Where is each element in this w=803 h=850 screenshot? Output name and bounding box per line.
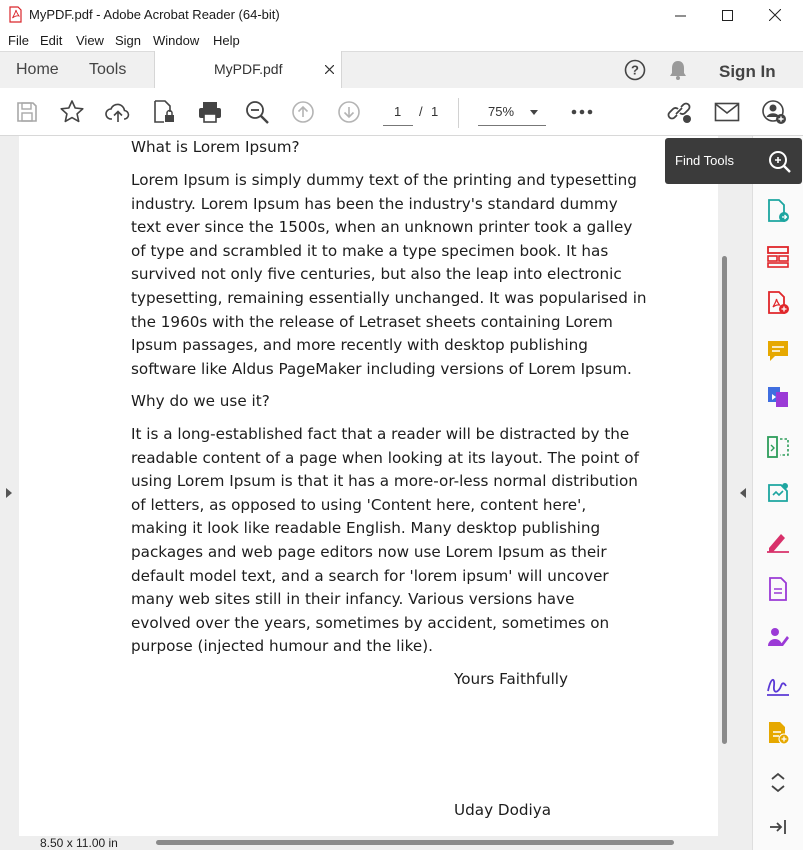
chevron-down-icon — [530, 110, 538, 115]
link-icon — [667, 99, 695, 125]
menu-sign[interactable]: Sign — [115, 33, 141, 48]
window-title: MyPDF.pdf - Adobe Acrobat Reader (64-bit… — [29, 7, 280, 22]
left-panel-expand-icon[interactable] — [6, 488, 12, 498]
toolbar-divider — [458, 98, 459, 128]
minimize-button[interactable] — [657, 0, 703, 30]
save-button[interactable] — [13, 98, 41, 126]
bookmark-star-button[interactable] — [58, 98, 86, 126]
notification-bell-icon[interactable] — [667, 58, 689, 81]
tools-pane — [752, 136, 803, 850]
horizontal-scrollbar[interactable] — [156, 840, 674, 845]
tab-document[interactable]: MyPDF.pdf — [154, 51, 342, 89]
magnifier-minus-icon — [244, 99, 270, 125]
tab-bar: Home Tools MyPDF.pdf ? Sign In — [0, 51, 803, 89]
create-pdf-icon[interactable] — [765, 290, 791, 316]
paragraph-1: Lorem Ipsum is simply dummy text of the … — [131, 169, 651, 381]
collapse-pane-icon[interactable] — [765, 814, 791, 840]
heading-what-is-lorem: What is Lorem Ipsum? — [131, 136, 651, 160]
search-tools-icon — [767, 149, 791, 173]
print-button[interactable] — [196, 98, 224, 126]
user-add-icon — [761, 99, 787, 125]
svg-text:?: ? — [631, 63, 639, 78]
tab-tools[interactable]: Tools — [89, 61, 126, 79]
zoom-select[interactable]: 75% — [478, 101, 546, 126]
close-tab-icon[interactable] — [325, 65, 334, 74]
menu-file[interactable]: File — [8, 33, 29, 48]
more-dots-icon — [571, 109, 593, 115]
find-tools-panel[interactable]: Find Tools — [665, 138, 802, 184]
save-icon — [16, 101, 38, 123]
document-viewport[interactable]: What is Lorem Ipsum? Lorem Ipsum is simp… — [0, 136, 752, 850]
menu-bar: File Edit View Sign Window Help — [0, 30, 803, 51]
tab-home[interactable]: Home — [16, 61, 59, 79]
sign-in-button[interactable]: Sign In — [719, 62, 776, 82]
arrow-up-circle-icon — [291, 100, 315, 124]
pdf-page: What is Lorem Ipsum? Lorem Ipsum is simp… — [19, 136, 718, 836]
minimize-icon — [675, 10, 686, 21]
upload-cloud-button[interactable] — [104, 98, 132, 126]
previous-page-button[interactable] — [289, 98, 317, 126]
menu-help[interactable]: Help — [213, 33, 240, 48]
expand-tools-chevron-icon[interactable] — [765, 770, 791, 796]
request-esignature-icon[interactable] — [765, 480, 791, 506]
page-total: 1 — [431, 104, 438, 119]
arrow-down-circle-icon — [337, 100, 361, 124]
next-page-button[interactable] — [335, 98, 363, 126]
edit-pdf-icon[interactable] — [765, 434, 791, 460]
right-panel-collapse-icon[interactable] — [740, 488, 746, 498]
paragraph-2: It is a long-established fact that a rea… — [131, 423, 639, 659]
page-size-label: 8.50 x 11.00 in — [40, 836, 118, 850]
send-for-comments-icon[interactable] — [765, 624, 791, 650]
maximize-button[interactable] — [704, 0, 750, 30]
menu-edit[interactable]: Edit — [40, 33, 62, 48]
fill-sign-icon[interactable] — [765, 528, 791, 554]
page-number-value: 1 — [394, 104, 401, 119]
prepare-form-icon[interactable] — [765, 672, 791, 698]
share-link-button[interactable] — [667, 98, 695, 126]
closing-line: Yours Faithfully — [454, 668, 654, 692]
zoom-value: 75% — [488, 104, 514, 119]
tab-document-label: MyPDF.pdf — [214, 61, 282, 77]
cloud-upload-icon — [105, 100, 131, 124]
email-button[interactable] — [713, 98, 741, 126]
protect-file-button[interactable] — [150, 98, 178, 126]
vertical-scrollbar[interactable] — [722, 256, 727, 744]
envelope-icon — [714, 102, 740, 122]
page-number-input[interactable]: 1 — [383, 101, 413, 126]
export-pdf-icon[interactable] — [765, 198, 791, 224]
title-bar: MyPDF.pdf - Adobe Acrobat Reader (64-bit… — [0, 0, 803, 30]
signature-name: Uday Dodiya — [454, 799, 654, 823]
scan-ocr-icon[interactable] — [765, 576, 791, 602]
menu-view[interactable]: View — [76, 33, 104, 48]
combine-files-icon[interactable] — [765, 384, 791, 410]
close-window-button[interactable] — [752, 0, 798, 30]
organize-pages-icon[interactable] — [765, 244, 791, 270]
zoom-out-search-button[interactable] — [243, 98, 271, 126]
page-separator: / — [419, 104, 423, 119]
printer-icon — [197, 100, 223, 124]
star-icon — [59, 99, 85, 125]
add-user-button[interactable] — [760, 98, 788, 126]
help-icon[interactable]: ? — [624, 59, 646, 81]
menu-window[interactable]: Window — [153, 33, 199, 48]
pdf-file-icon — [9, 6, 22, 23]
toolbar: 1 / 1 75% — [0, 88, 803, 136]
more-tools-button[interactable] — [568, 98, 596, 126]
find-tools-label: Find Tools — [675, 153, 734, 168]
stamp-icon[interactable] — [765, 720, 791, 746]
close-icon — [769, 9, 781, 21]
maximize-icon — [722, 10, 733, 21]
comment-icon[interactable] — [765, 338, 791, 364]
file-lock-icon — [152, 99, 176, 125]
heading-why-use-it: Why do we use it? — [131, 390, 651, 414]
